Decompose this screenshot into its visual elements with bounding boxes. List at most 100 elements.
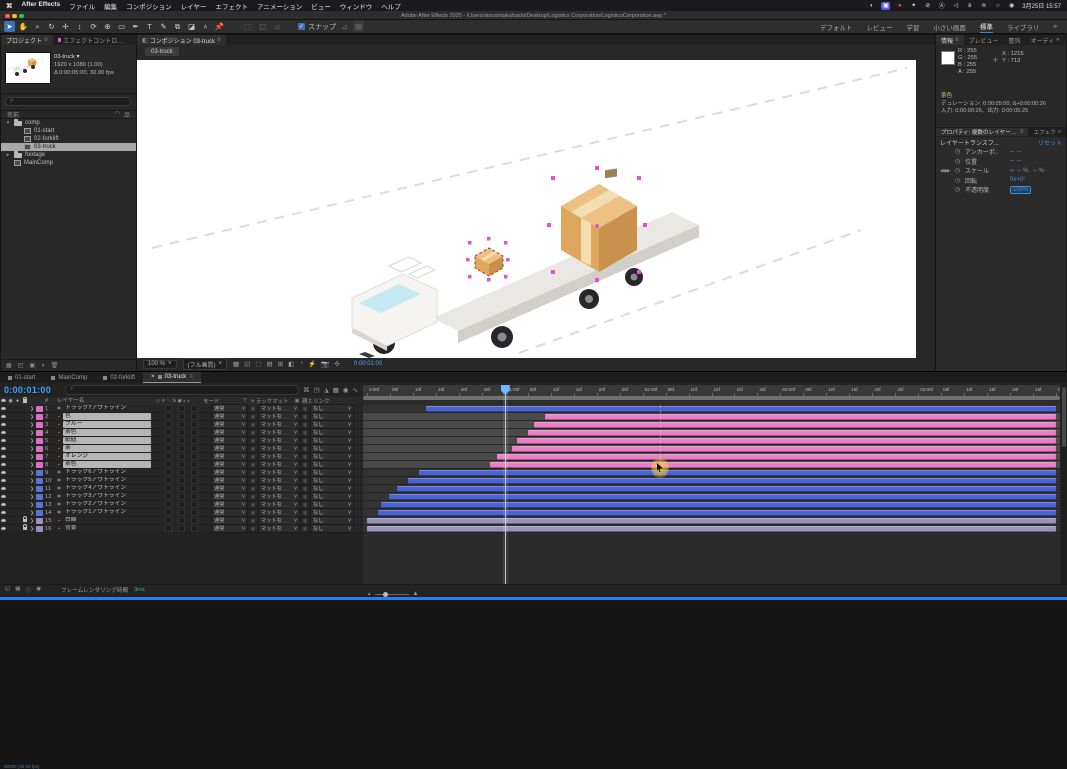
expand-arrow-icon[interactable]: ❯ bbox=[28, 406, 36, 412]
layer-name[interactable]: トラック6アウトライン bbox=[63, 469, 151, 476]
eye-icon[interactable] bbox=[0, 454, 7, 460]
switch-box[interactable] bbox=[178, 517, 185, 524]
timeline-scrollbar[interactable] bbox=[1061, 385, 1067, 589]
eye-icon[interactable] bbox=[0, 462, 7, 468]
zoom-knob[interactable] bbox=[383, 592, 388, 597]
resolution-icon[interactable]: ◔ bbox=[299, 360, 303, 368]
label-color-chip[interactable] bbox=[36, 470, 43, 476]
rotation-tool[interactable]: ⟳ bbox=[88, 21, 99, 32]
new-folder-icon[interactable]: ◰ bbox=[18, 362, 24, 369]
mask-tool[interactable]: ⬚ bbox=[242, 21, 253, 32]
layer-bar[interactable] bbox=[367, 518, 1056, 524]
tab-オーディ[interactable]: オーディ» bbox=[1026, 35, 1065, 45]
graph-row-1[interactable] bbox=[363, 405, 1060, 413]
workspace-レビュー[interactable]: レビュー bbox=[866, 22, 892, 32]
playhead-line[interactable] bbox=[505, 385, 506, 589]
label-color-chip[interactable] bbox=[36, 478, 43, 484]
label-color-chip[interactable] bbox=[36, 486, 43, 492]
layer-switches[interactable] bbox=[151, 437, 211, 444]
property-value[interactable]: 100% bbox=[1010, 186, 1031, 194]
parent-pickwhip-icon[interactable]: ◎ bbox=[300, 446, 310, 452]
project-item-03-truck[interactable]: 03-truck bbox=[1, 143, 136, 151]
selection-tool[interactable]: ➤ bbox=[4, 21, 15, 32]
layer-bar[interactable] bbox=[517, 438, 1056, 444]
pickwhip-icon[interactable]: ◎ bbox=[248, 414, 258, 420]
graph-row-7[interactable] bbox=[363, 453, 1060, 461]
stopwatch-icon[interactable]: ◷ bbox=[955, 186, 962, 193]
eye-icon[interactable] bbox=[0, 446, 7, 452]
label-color-chip[interactable] bbox=[36, 446, 43, 452]
workspace-ライブラリ[interactable]: ライブラリ bbox=[1007, 22, 1040, 32]
layer-switches[interactable] bbox=[151, 485, 211, 492]
switch-box[interactable] bbox=[178, 501, 185, 508]
tab-properties[interactable]: プロパティ: 複数のレイヤーを選択≡ bbox=[936, 128, 1028, 136]
layer-name[interactable]: トラック2アウトライン bbox=[63, 501, 151, 508]
panel-menu-icon[interactable]: ≡ bbox=[189, 374, 193, 380]
pen-tool[interactable]: ✒ bbox=[130, 21, 141, 32]
snap-checkbox-icon[interactable]: ✓ bbox=[298, 23, 305, 30]
menu-item-8[interactable]: ビュー bbox=[311, 1, 331, 11]
rectangle-tool[interactable]: ▭ bbox=[116, 21, 127, 32]
property-value[interactable]: -- %, bbox=[1017, 168, 1030, 174]
pickwhip-icon[interactable]: ◎ bbox=[248, 462, 258, 468]
expand-arrow-icon[interactable]: ❯ bbox=[28, 462, 36, 468]
hide-shy-icon[interactable]: ◮ bbox=[324, 386, 329, 394]
comp-mini-flowchart-icon[interactable]: ⌘ bbox=[303, 386, 310, 394]
pickwhip-icon[interactable]: ◎ bbox=[248, 406, 258, 412]
project-item-comp[interactable]: ▾comp bbox=[1, 119, 136, 127]
switch-box[interactable] bbox=[191, 437, 198, 444]
record-icon[interactable]: ● bbox=[895, 2, 904, 10]
shape-fill-tool[interactable]: ◱ bbox=[257, 21, 268, 32]
switch-box[interactable] bbox=[191, 453, 198, 460]
bluetooth-icon[interactable]: ʙ bbox=[965, 2, 974, 10]
layer-row-11[interactable]: ❯11＊トラック4アウトライン通常˅◎マットな˅◎なし˅ bbox=[0, 485, 362, 493]
switch-box[interactable] bbox=[178, 405, 185, 412]
label-color-chip[interactable] bbox=[36, 414, 43, 420]
layer-bar[interactable] bbox=[426, 406, 1056, 412]
switch-box[interactable] bbox=[191, 421, 198, 428]
puppet-pin-tool[interactable]: 📌 bbox=[214, 21, 225, 32]
graph-row-16[interactable] bbox=[363, 525, 1060, 533]
expand-arrow-icon[interactable]: ❯ bbox=[28, 414, 36, 420]
eye-icon[interactable] bbox=[0, 470, 7, 476]
pickwhip-icon[interactable]: ◎ bbox=[248, 454, 258, 460]
tab-プレビュー[interactable]: プレビュー bbox=[964, 35, 1004, 45]
eye-icon[interactable] bbox=[0, 406, 7, 412]
switch-box[interactable] bbox=[165, 437, 172, 444]
label-color-chip[interactable] bbox=[36, 430, 43, 436]
label-color-chip[interactable] bbox=[36, 438, 43, 444]
property-value[interactable]: -- bbox=[1010, 149, 1014, 155]
delete-icon[interactable]: 🗑 bbox=[51, 362, 59, 369]
switch-box[interactable] bbox=[165, 501, 172, 508]
parent-pickwhip-icon[interactable]: ◎ bbox=[300, 494, 310, 500]
channel-icon[interactable]: ◧ bbox=[288, 360, 294, 368]
lock-cell[interactable] bbox=[21, 525, 28, 533]
flow-icon[interactable]: ◉ bbox=[36, 586, 41, 594]
graph-row-14[interactable] bbox=[363, 509, 1060, 517]
switch-box[interactable] bbox=[165, 477, 172, 484]
switch-box[interactable] bbox=[191, 501, 198, 508]
graph-row-6[interactable] bbox=[363, 445, 1060, 453]
property-value-2[interactable]: -- % bbox=[1033, 168, 1044, 174]
workspace-overflow-icon[interactable]: » bbox=[1053, 23, 1057, 30]
layer-name[interactable]: 茶 bbox=[63, 445, 151, 452]
layer-name[interactable]: トラック4アウトライン bbox=[63, 485, 151, 492]
label-color-chip[interactable] bbox=[36, 502, 43, 508]
parent-pickwhip-icon[interactable]: ◎ bbox=[300, 462, 310, 468]
pickwhip-icon[interactable]: ◎ bbox=[248, 502, 258, 508]
graph-row-10[interactable] bbox=[363, 477, 1060, 485]
stroke-tool[interactable]: ▱ bbox=[272, 21, 283, 32]
switch-box[interactable] bbox=[178, 461, 185, 468]
layer-name[interactable]: トラック5アウトライン bbox=[63, 477, 151, 484]
expand-arrow-icon[interactable]: ❯ bbox=[28, 422, 36, 428]
snapshot-icon[interactable]: 📷 bbox=[321, 360, 329, 368]
eye-icon[interactable] bbox=[0, 478, 7, 484]
label-color-chip[interactable] bbox=[36, 526, 43, 532]
layer-switches[interactable] bbox=[151, 429, 211, 436]
drive-icon[interactable]: ✦ bbox=[909, 2, 918, 10]
info-icon[interactable]: ⓘ bbox=[26, 586, 32, 594]
switch-box[interactable] bbox=[165, 469, 172, 476]
parent-pickwhip-icon[interactable]: ◎ bbox=[300, 518, 310, 524]
label-color-chip[interactable] bbox=[36, 454, 43, 460]
switch-box[interactable] bbox=[165, 485, 172, 492]
